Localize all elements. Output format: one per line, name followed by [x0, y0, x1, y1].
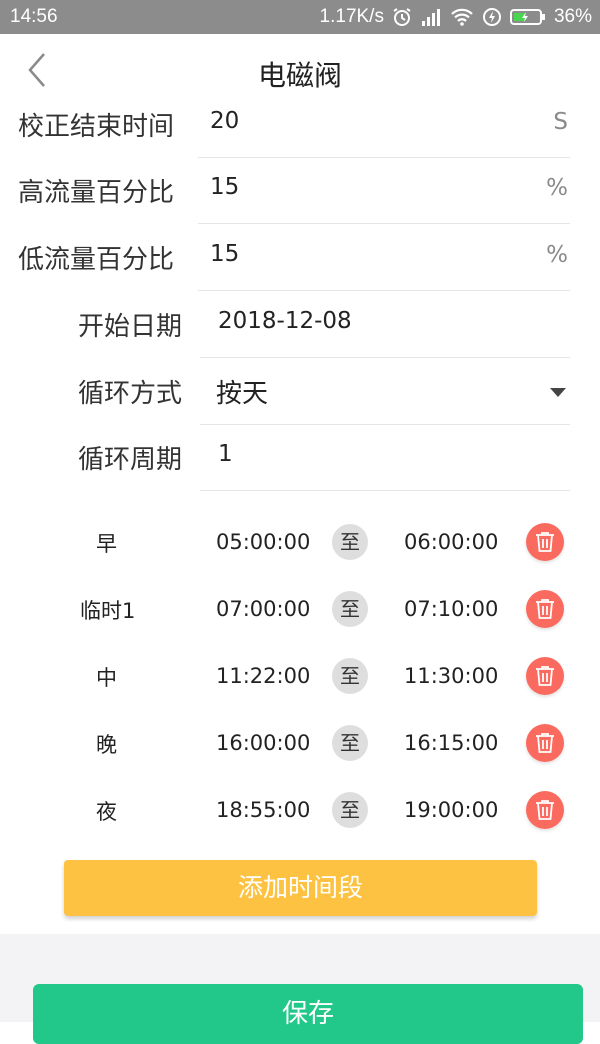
status-bar: 14:56 1.17K/s 36% — [0, 0, 600, 34]
delete-slot-button[interactable] — [526, 724, 564, 762]
row-cycle-mode: 循环方式 按天 — [0, 359, 600, 425]
low-flow-input[interactable]: 15 — [210, 241, 239, 267]
divider — [198, 290, 570, 291]
time-slot: 临时1 07:00:00 至 07:10:00 — [0, 575, 600, 642]
calib-end-label: 校正结束时间 — [18, 112, 175, 142]
high-flow-unit: % — [546, 175, 568, 201]
row-cycle-period: 循环周期 1 — [0, 425, 600, 491]
battery-percent: 36% — [553, 6, 592, 27]
slot-end-time[interactable]: 19:00:00 — [404, 798, 498, 822]
low-flow-label: 低流量百分比 — [18, 245, 175, 275]
slot-separator: 至 — [332, 725, 368, 761]
time-slot: 晚 16:00:00 至 16:15:00 — [0, 709, 600, 776]
row-calib-end: 校正结束时间 20 S — [0, 92, 600, 158]
trash-icon — [536, 532, 554, 552]
status-time: 14:56 — [10, 6, 58, 27]
time-slot: 夜 18:55:00 至 19:00:00 — [0, 776, 600, 843]
row-start-date: 开始日期 2018-12-08 — [0, 292, 600, 358]
status-right: 1.17K/s 36% — [320, 6, 592, 28]
slot-separator: 至 — [332, 524, 368, 560]
cycle-mode-select[interactable]: 按天 — [216, 373, 268, 410]
alarm-icon — [392, 7, 412, 27]
slot-start-time[interactable]: 18:55:00 — [216, 798, 310, 822]
delete-slot-button[interactable] — [526, 657, 564, 695]
cycle-period-input[interactable]: 1 — [218, 441, 233, 467]
low-flow-unit: % — [546, 242, 568, 268]
slot-end-time[interactable]: 07:10:00 — [404, 597, 498, 621]
caret-down-icon[interactable] — [550, 388, 566, 397]
delete-slot-button[interactable] — [526, 791, 564, 829]
wifi-icon — [450, 7, 474, 27]
battery-icon — [509, 7, 546, 27]
signal-icon — [420, 7, 442, 27]
time-slot: 中 11:22:00 至 11:30:00 — [0, 642, 600, 709]
row-high-flow: 高流量百分比 15 % — [0, 158, 600, 224]
trash-icon — [536, 733, 554, 753]
row-low-flow: 低流量百分比 15 % — [0, 225, 600, 291]
trash-icon — [536, 800, 554, 820]
high-flow-input[interactable]: 15 — [210, 174, 239, 200]
delete-slot-button[interactable] — [526, 590, 564, 628]
slot-separator: 至 — [332, 658, 368, 694]
trash-icon — [536, 599, 554, 619]
cycle-period-label: 循环周期 — [78, 445, 183, 475]
trash-icon — [536, 666, 554, 686]
slot-end-time[interactable]: 16:15:00 — [404, 731, 498, 755]
slot-end-time[interactable]: 11:30:00 — [404, 664, 498, 688]
start-date-input[interactable]: 2018-12-08 — [218, 308, 352, 334]
divider — [200, 490, 570, 491]
save-button[interactable]: 保存 — [33, 984, 583, 1044]
calib-end-input[interactable]: 20 — [210, 108, 239, 134]
divider — [200, 357, 570, 358]
slot-start-time[interactable]: 11:22:00 — [216, 664, 310, 688]
slot-separator: 至 — [332, 792, 368, 828]
start-date-label: 开始日期 — [78, 312, 183, 342]
add-time-slot-button[interactable]: 添加时间段 — [64, 860, 537, 916]
cycle-mode-label: 循环方式 — [78, 379, 183, 409]
delete-slot-button[interactable] — [526, 523, 564, 561]
slot-separator: 至 — [332, 591, 368, 627]
calib-end-unit: S — [553, 109, 568, 135]
time-slot: 早 05:00:00 至 06:00:00 — [0, 508, 600, 575]
slot-start-time[interactable]: 05:00:00 — [216, 530, 310, 554]
slot-end-time[interactable]: 06:00:00 — [404, 530, 498, 554]
page-title: 电磁阀 — [257, 59, 342, 92]
slot-start-time[interactable]: 07:00:00 — [216, 597, 310, 621]
high-flow-label: 高流量百分比 — [18, 178, 175, 208]
net-speed: 1.17K/s — [319, 6, 384, 27]
slot-start-time[interactable]: 16:00:00 — [216, 731, 310, 755]
charging-icon — [482, 7, 502, 27]
divider — [198, 223, 570, 224]
